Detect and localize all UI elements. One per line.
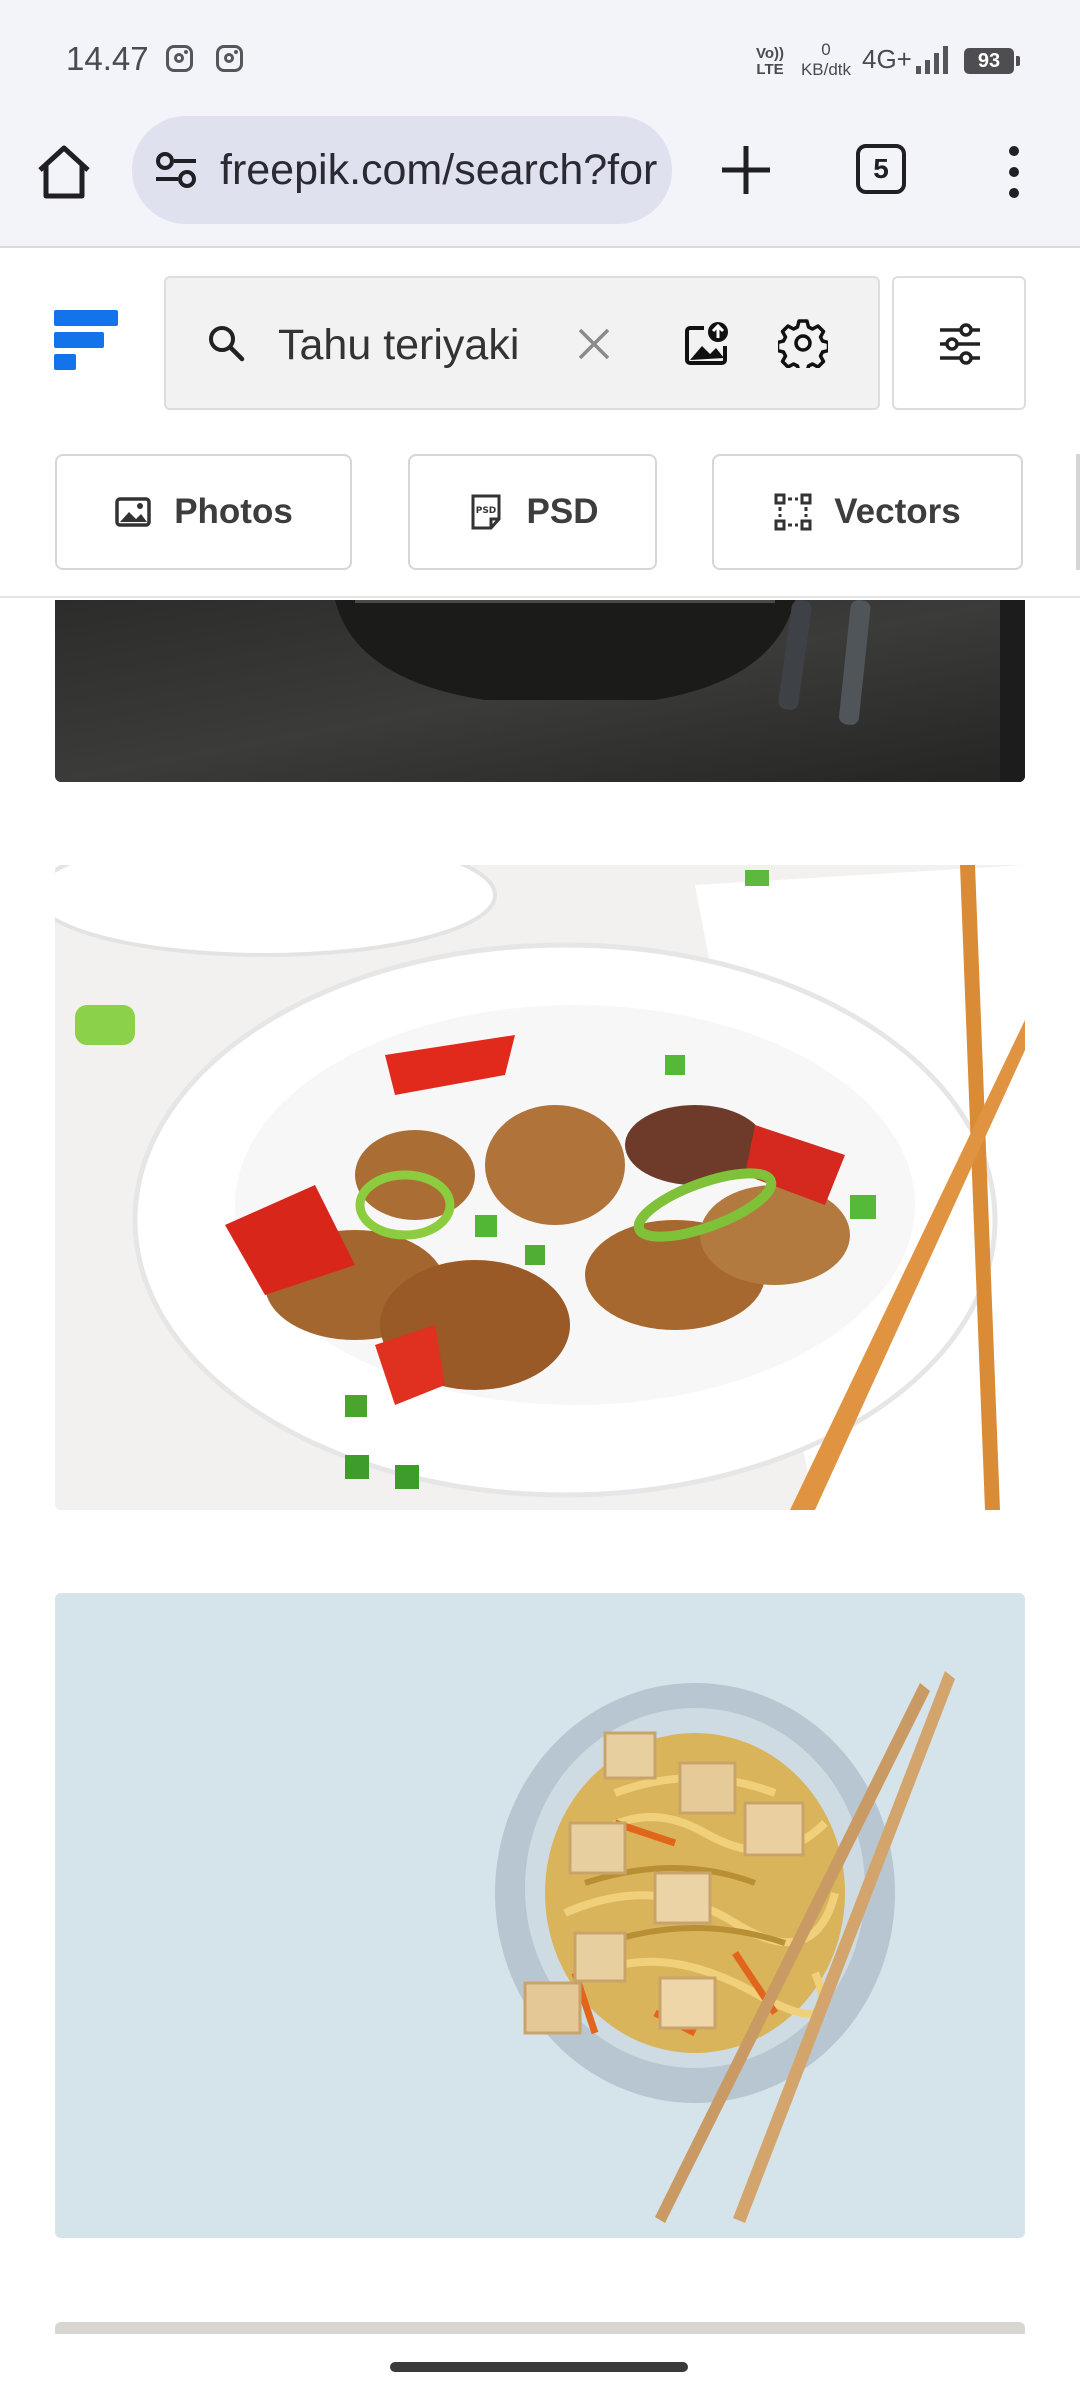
volte-indicator: Vo)) LTE	[756, 45, 785, 78]
gesture-navigation-bar[interactable]	[390, 2362, 688, 2372]
filter-chip-overflow[interactable]	[1076, 454, 1080, 570]
result-image-tofu-noodles[interactable]	[55, 1593, 1025, 2238]
site-settings-icon[interactable]	[154, 150, 198, 190]
image-search-icon[interactable]	[682, 318, 732, 368]
psd-file-icon: PSD	[471, 494, 501, 530]
network-type: 4G+	[862, 44, 912, 74]
result-photo	[55, 865, 1025, 1510]
more-menu-icon[interactable]	[1000, 144, 1028, 200]
svg-text:PSD: PSD	[475, 506, 496, 516]
instagram-icon	[166, 45, 193, 72]
filters-icon	[940, 323, 980, 365]
battery-icon: 93	[964, 48, 1020, 74]
result-photo	[55, 600, 1025, 782]
browser-toolbar: freepik.com/search?format=search&query=T…	[0, 116, 1080, 248]
filter-chip-vectors[interactable]: Vectors	[712, 454, 1023, 570]
new-tab-icon[interactable]	[716, 140, 776, 200]
tab-switcher-icon[interactable]: 5	[856, 144, 906, 194]
settings-icon[interactable]	[778, 318, 828, 368]
filter-chip-label: Vectors	[834, 492, 961, 531]
filter-chip-psd[interactable]: PSD PSD	[408, 454, 657, 570]
search-icon[interactable]	[206, 323, 246, 363]
filter-chip-label: PSD	[526, 492, 599, 531]
search-box[interactable]: Tahu teriyaki	[164, 276, 880, 410]
instagram-icon	[216, 45, 243, 72]
signal-icon	[916, 46, 948, 74]
freepik-logo-icon[interactable]	[54, 310, 118, 374]
address-bar[interactable]: freepik.com/search?format=search&query=T…	[132, 116, 672, 224]
filter-chip-label: Photos	[174, 492, 293, 531]
filter-chip-photos[interactable]: Photos	[55, 454, 352, 570]
result-image-chicken-stir-fry[interactable]	[55, 865, 1025, 1510]
clear-icon[interactable]	[574, 324, 614, 364]
result-image-next[interactable]	[55, 2322, 1025, 2334]
freepik-header: Tahu teriyaki Photos PSD PSD Vectors	[0, 250, 1080, 598]
status-bar: 14.47 Vo)) LTE 0 KB/dtk 4G+ 93	[0, 0, 1080, 116]
result-image-dark-bowl[interactable]	[55, 600, 1025, 782]
filters-button[interactable]	[892, 276, 1026, 410]
result-photo	[55, 1593, 1025, 2238]
search-input[interactable]: Tahu teriyaki	[278, 320, 519, 370]
url-text[interactable]: freepik.com/search?format=search&query=T…	[220, 144, 658, 196]
data-speed: 0 KB/dtk	[800, 40, 852, 79]
status-time: 14.47	[66, 40, 149, 77]
home-icon[interactable]	[32, 140, 96, 204]
image-icon	[115, 497, 151, 527]
vector-icon	[774, 493, 812, 531]
